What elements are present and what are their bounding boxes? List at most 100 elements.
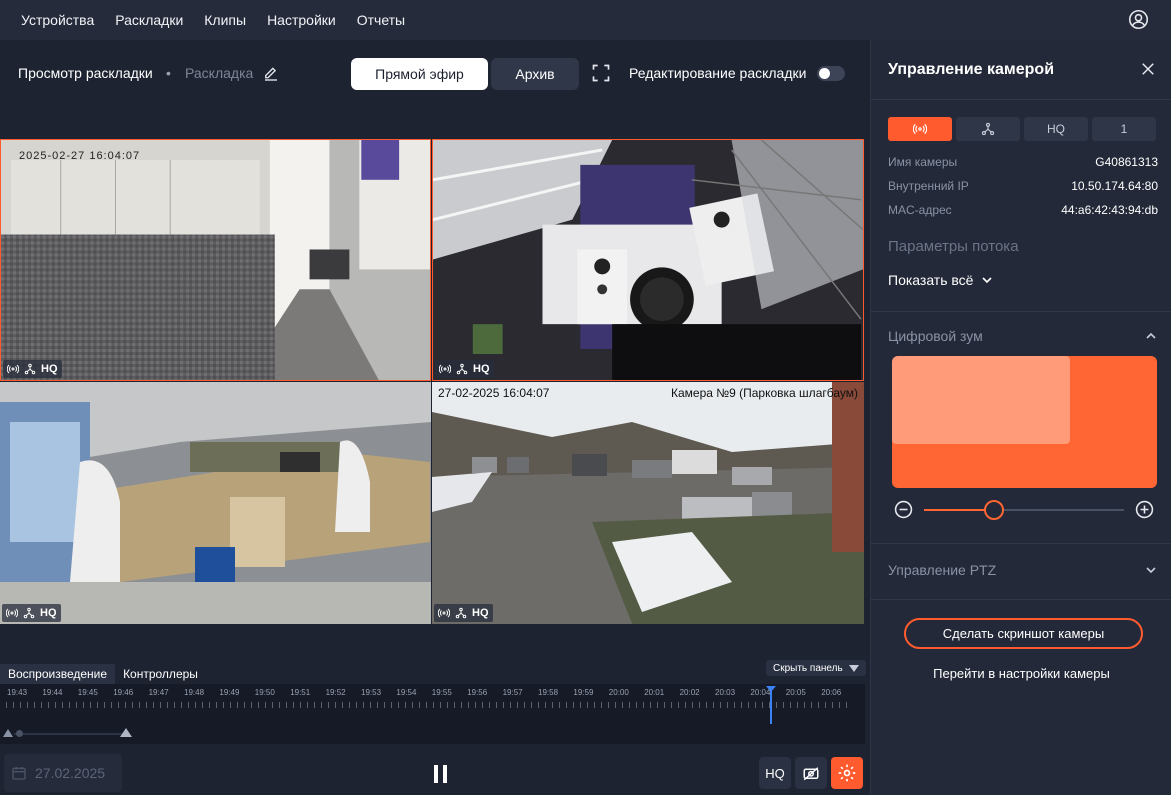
timeline-scroll-right-icon[interactable] [120,728,132,737]
timeline-tick-label: 19:43 [7,688,28,697]
nav-item-reports[interactable]: Отчеты [357,12,405,28]
digital-zoom-preview[interactable] [892,356,1157,488]
timeline-tick-label: 20:04 [750,688,771,697]
live-button[interactable]: Прямой эфир [351,58,488,90]
timeline-tick-label: 19:56 [467,688,488,697]
camera-tile-1[interactable]: 2025-02-27 16:04:07 HQ [0,139,431,381]
segment-network[interactable] [956,117,1020,141]
hq-badge-label: HQ [473,363,490,375]
info-value: 10.50.174.64:80 [1071,179,1158,193]
playback-timeline[interactable]: 19:43 19:44 19:45 19:46 19:47 19:48 19:49 19:50… [0,684,865,744]
timeline-tick-label: 20:06 [821,688,842,697]
tile-timestamp-overlay: 27-02-2025 16:04:07 [438,386,550,400]
pause-icon[interactable] [433,764,449,784]
tab-controllers[interactable]: Контроллеры [115,664,206,684]
zoom-in-icon[interactable] [1135,500,1154,519]
ptz-control-title[interactable]: Управление PTZ [888,562,996,578]
stream-params-title: Параметры потока [888,238,1019,255]
segment-channel[interactable]: 1 [1092,117,1156,141]
timeline-tick-label: 19:57 [502,688,523,697]
zoom-out-icon[interactable] [894,500,913,519]
tile-status-badge: HQ [3,360,62,378]
timeline-tick-label: 20:01 [644,688,665,697]
date-value: 27.02.2025 [35,765,106,781]
triangle-down-icon [848,664,859,672]
broadcast-icon [913,123,927,135]
info-key: Имя камеры [888,155,958,169]
settings-button[interactable] [831,757,863,789]
camera-snapshot-button[interactable] [795,757,827,789]
zoom-slider-thumb[interactable] [984,500,1004,520]
camera-feed-office-corridor [1,140,430,380]
timeline-scroll-left-icon[interactable] [3,729,13,737]
close-icon[interactable] [1139,60,1157,78]
broadcast-icon [6,608,18,618]
segment-hq[interactable]: HQ [1024,117,1088,141]
camera-feed-lab [433,140,863,380]
pencil-edit-icon[interactable] [262,65,280,83]
divider [871,543,1171,544]
zoom-slider-track[interactable] [924,509,1124,511]
gear-icon [838,764,856,782]
edit-layout-label: Редактирование раскладки [629,65,807,81]
breadcrumb-layout-view[interactable]: Просмотр раскладки [18,65,153,81]
network-icon [23,607,35,619]
network-icon [456,363,468,375]
main-area: Просмотр раскладки • Раскладка Прямой эф… [0,40,870,795]
hide-panel-button[interactable]: Скрыть панель [766,660,866,676]
camera-tile-3[interactable]: HQ [0,382,431,624]
segment-live[interactable] [888,117,952,141]
chevron-down-icon [982,277,993,284]
camera-feed-parking [432,382,864,624]
chevron-up-icon[interactable] [1145,330,1157,342]
camera-control-panel: Управление камерой HQ 1 Имя камеры G4086… [870,40,1171,795]
chevron-down-icon[interactable] [1145,564,1157,576]
info-key: MAC-адрес [888,203,952,217]
nav-item-devices[interactable]: Устройства [21,12,94,28]
timeline-tick-label: 19:51 [290,688,311,697]
timeline-tick-label: 19:48 [184,688,205,697]
edit-layout-toggle[interactable] [817,66,845,81]
breadcrumb-separator: • [166,65,171,81]
fullscreen-icon[interactable] [591,63,611,83]
digital-zoom-title[interactable]: Цифровой зум [888,328,983,344]
camera-feed-open-office [0,382,431,624]
hide-panel-label: Скрыть панель [773,662,843,674]
camera-settings-link[interactable]: Перейти в настройки камеры [871,666,1171,681]
panel-title: Управление камерой [888,61,1055,78]
info-value: G40861313 [1095,155,1158,169]
hq-badge-label: HQ [40,607,57,619]
network-icon [981,122,995,136]
nav-item-layouts[interactable]: Раскладки [115,12,183,28]
date-picker[interactable]: 27.02.2025 [4,754,122,792]
timeline-tick-label: 19:53 [361,688,382,697]
timeline-scroll-track[interactable] [14,733,126,735]
camera-tile-4[interactable]: 27-02-2025 16:04:07 Камера №9 (Парковка … [432,382,864,624]
timeline-tick-label: 19:52 [325,688,346,697]
network-icon [24,363,36,375]
info-value: 44:a6:42:43:94:db [1061,203,1158,217]
show-all-label: Показать всё [888,272,974,288]
archive-button[interactable]: Архив [491,58,579,90]
nav-item-settings[interactable]: Настройки [267,12,336,28]
take-screenshot-button[interactable]: Сделать скриншот камеры [904,618,1143,649]
camera-tile-2[interactable]: HQ [432,139,864,381]
zoom-viewport[interactable] [892,356,1070,444]
quality-hq-button[interactable]: HQ [759,757,791,789]
broadcast-icon [438,608,450,618]
timeline-cursor[interactable] [770,686,772,724]
timeline-ticks [6,702,851,708]
timeline-tick-label: 20:03 [715,688,736,697]
calendar-icon [12,767,26,780]
network-icon [455,607,467,619]
tile-timestamp-overlay: 2025-02-27 16:04:07 [19,150,141,162]
tile-status-badge: HQ [434,604,493,622]
timeline-tick-label: 19:58 [538,688,559,697]
user-account-icon[interactable] [1128,9,1149,30]
timeline-scroll-handle[interactable] [16,730,23,737]
timeline-tick-label: 20:00 [608,688,629,697]
info-key: Внутренний IP [888,179,969,193]
nav-item-clips[interactable]: Клипы [204,12,246,28]
show-all-dropdown[interactable]: Показать всё [888,272,993,288]
tab-playback[interactable]: Воспроизведение [0,664,116,684]
